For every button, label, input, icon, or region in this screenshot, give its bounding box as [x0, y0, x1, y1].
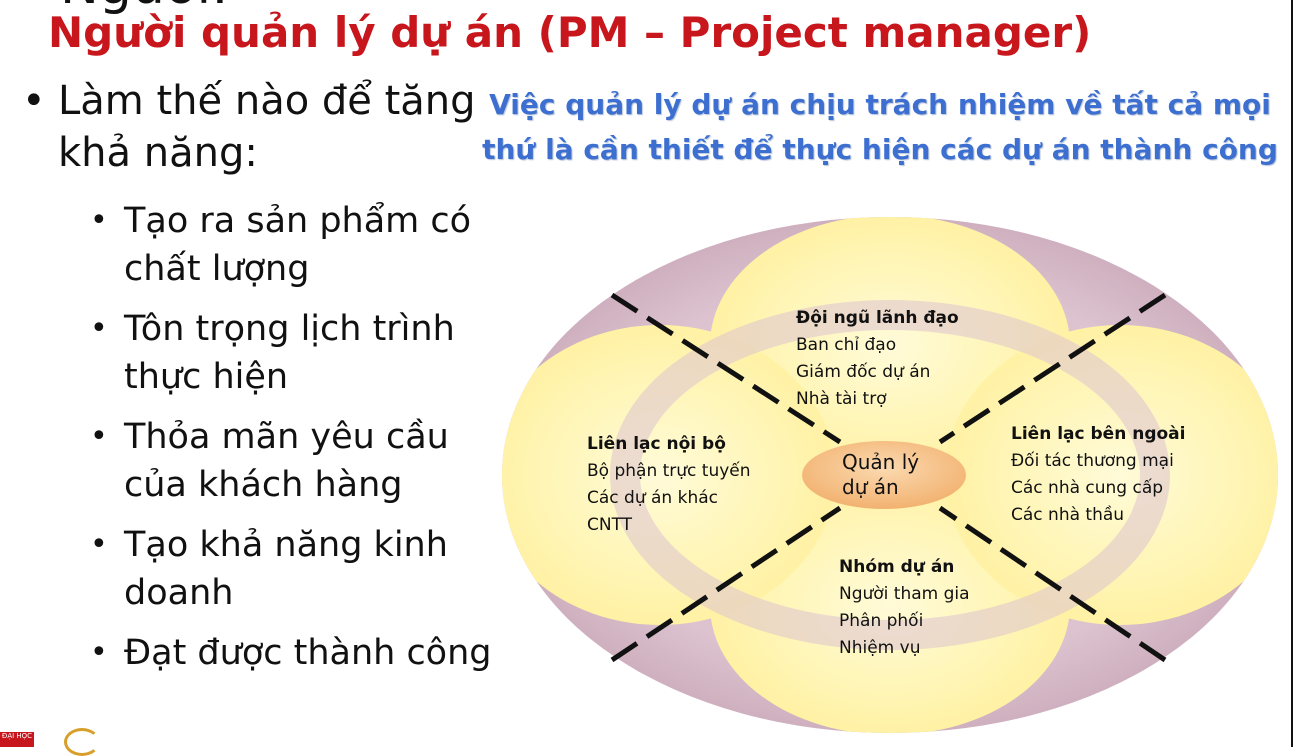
- group-item: Người tham gia: [839, 584, 970, 604]
- group-left: Liên lạc nội bộ Bộ phận trực tuyến Các d…: [587, 431, 751, 539]
- group-item: Đối tác thương mại: [1011, 451, 1174, 471]
- group-item: Các nhà cung cấp: [1011, 478, 1164, 498]
- group-item: Ban chỉ đạo: [796, 335, 897, 355]
- university-logo: ĐẠI HỌC: [0, 732, 34, 747]
- group-top: Đội ngũ lãnh đạo Ban chỉ đạo Giám đốc dự…: [796, 305, 959, 413]
- diagram-graphic: [502, 217, 1278, 733]
- center-line: Quản lý: [842, 450, 920, 474]
- group-item: Nhiệm vụ: [839, 638, 921, 658]
- group-heading: Nhóm dự án: [839, 557, 955, 577]
- group-item: Nhà tài trợ: [796, 389, 887, 409]
- group-right: Liên lạc bên ngoài Đối tác thương mại Cá…: [1011, 421, 1185, 529]
- group-item: Phân phối: [839, 611, 924, 631]
- group-heading: Liên lạc bên ngoài: [1011, 424, 1186, 444]
- group-item: Các dự án khác: [587, 488, 718, 508]
- center-line: dự án: [842, 475, 899, 499]
- center-node-label: Quản lý dự án: [842, 450, 919, 500]
- group-item: Các nhà thầu: [1011, 505, 1125, 525]
- group-heading: Đội ngũ lãnh đạo: [796, 308, 959, 328]
- group-item: Bộ phận trực tuyến: [587, 461, 751, 481]
- anniversary-logo-icon: [64, 728, 100, 756]
- group-heading: Liên lạc nội bộ: [587, 434, 726, 454]
- group-bottom: Nhóm dự án Người tham gia Phân phối Nhiệ…: [839, 554, 970, 662]
- group-item: Giám đốc dự án: [796, 362, 931, 382]
- group-item: CNTT: [587, 515, 633, 535]
